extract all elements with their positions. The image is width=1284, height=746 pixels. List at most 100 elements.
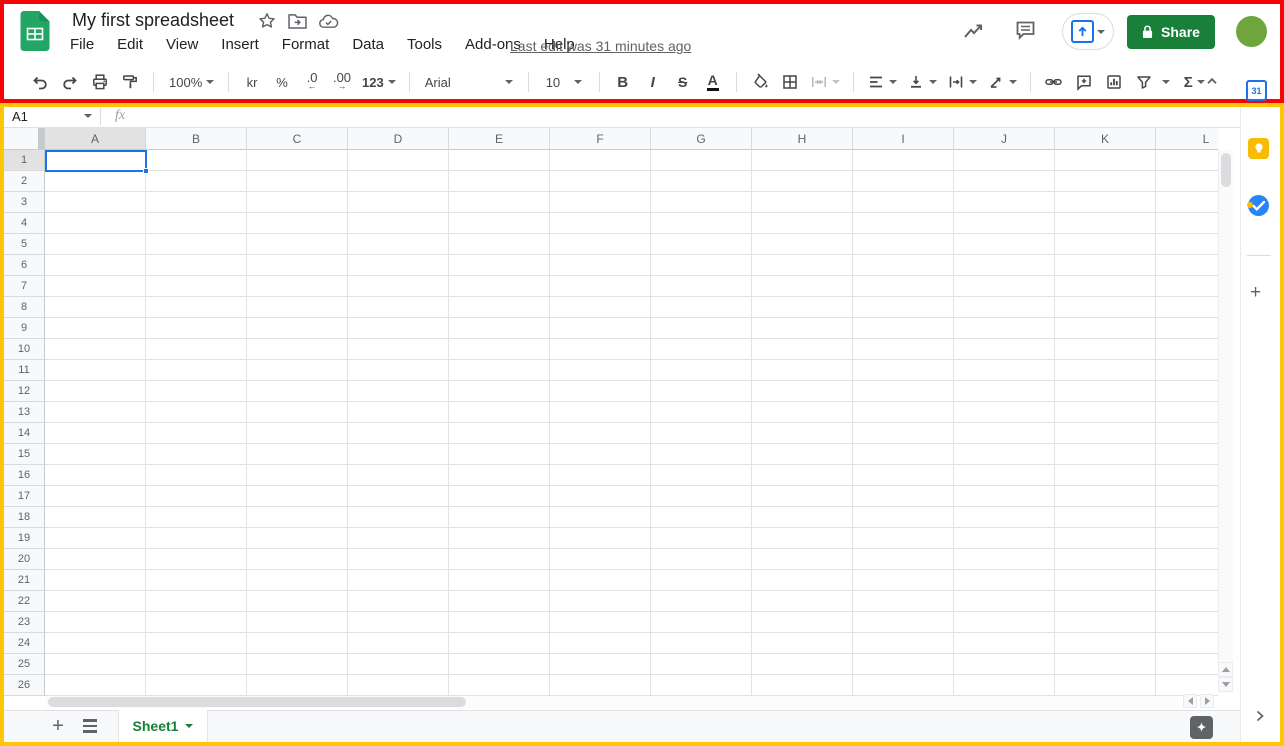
cell-C18[interactable] [247, 507, 348, 528]
cell-J18[interactable] [954, 507, 1055, 528]
cell-D18[interactable] [348, 507, 449, 528]
cell-L8[interactable] [1156, 297, 1218, 318]
menu-insert[interactable]: Insert [221, 36, 259, 53]
cell-E18[interactable] [449, 507, 550, 528]
cell-H6[interactable] [752, 255, 853, 276]
cell-H16[interactable] [752, 465, 853, 486]
cell-F18[interactable] [550, 507, 651, 528]
cell-I5[interactable] [853, 234, 954, 255]
cell-A18[interactable] [45, 507, 146, 528]
cell-I6[interactable] [853, 255, 954, 276]
column-header-K[interactable]: K [1055, 128, 1156, 150]
column-header-L[interactable]: L [1156, 128, 1218, 150]
cell-D19[interactable] [348, 528, 449, 549]
cell-C14[interactable] [247, 423, 348, 444]
cell-B10[interactable] [146, 339, 247, 360]
cell-A7[interactable] [45, 276, 146, 297]
fill-color-button[interactable] [748, 69, 772, 95]
cell-E17[interactable] [449, 486, 550, 507]
cell-H19[interactable] [752, 528, 853, 549]
row-header-26[interactable]: 26 [4, 675, 45, 696]
tasks-icon[interactable] [1247, 195, 1269, 216]
cell-B22[interactable] [146, 591, 247, 612]
cell-C25[interactable] [247, 654, 348, 675]
cell-L21[interactable] [1156, 570, 1218, 591]
cell-A3[interactable] [45, 192, 146, 213]
cell-L12[interactable] [1156, 381, 1218, 402]
cell-D13[interactable] [348, 402, 449, 423]
row-header-14[interactable]: 14 [4, 423, 45, 444]
cell-C3[interactable] [247, 192, 348, 213]
cell-F19[interactable] [550, 528, 651, 549]
cell-D12[interactable] [348, 381, 449, 402]
cell-D9[interactable] [348, 318, 449, 339]
font-family-select[interactable]: Arial [421, 69, 517, 95]
cell-B15[interactable] [146, 444, 247, 465]
cell-C2[interactable] [247, 171, 348, 192]
paint-format-button[interactable] [118, 69, 142, 95]
cell-G22[interactable] [651, 591, 752, 612]
cell-A17[interactable] [45, 486, 146, 507]
strikethrough-button[interactable]: S [671, 69, 695, 95]
increase-decimal-button[interactable]: .00 → [330, 69, 354, 95]
cell-E23[interactable] [449, 612, 550, 633]
cell-B4[interactable] [146, 213, 247, 234]
add-addon-button[interactable]: + [1250, 282, 1261, 304]
row-header-17[interactable]: 17 [4, 486, 45, 507]
cell-K2[interactable] [1055, 171, 1156, 192]
cell-E12[interactable] [449, 381, 550, 402]
cell-D26[interactable] [348, 675, 449, 696]
row-header-19[interactable]: 19 [4, 528, 45, 549]
cell-B19[interactable] [146, 528, 247, 549]
cell-J23[interactable] [954, 612, 1055, 633]
cell-C15[interactable] [247, 444, 348, 465]
cell-D2[interactable] [348, 171, 449, 192]
cell-C4[interactable] [247, 213, 348, 234]
text-wrap-button[interactable] [945, 69, 979, 95]
row-header-9[interactable]: 9 [4, 318, 45, 339]
text-color-button[interactable]: A [701, 69, 725, 95]
cell-G5[interactable] [651, 234, 752, 255]
cell-A2[interactable] [45, 171, 146, 192]
select-all-corner[interactable] [4, 128, 45, 150]
cell-I15[interactable] [853, 444, 954, 465]
cell-K25[interactable] [1055, 654, 1156, 675]
cell-A11[interactable] [45, 360, 146, 381]
cell-D16[interactable] [348, 465, 449, 486]
cell-D3[interactable] [348, 192, 449, 213]
explore-button[interactable] [1190, 716, 1213, 739]
cell-C26[interactable] [247, 675, 348, 696]
cell-F15[interactable] [550, 444, 651, 465]
column-header-I[interactable]: I [853, 128, 954, 150]
cell-F23[interactable] [550, 612, 651, 633]
cell-B18[interactable] [146, 507, 247, 528]
cell-D14[interactable] [348, 423, 449, 444]
cell-A13[interactable] [45, 402, 146, 423]
insert-comment-button[interactable] [1072, 69, 1096, 95]
cell-F3[interactable] [550, 192, 651, 213]
cell-F5[interactable] [550, 234, 651, 255]
cell-F1[interactable] [550, 150, 651, 171]
vertical-align-button[interactable] [905, 69, 939, 95]
calendar-icon[interactable]: 31 [1246, 80, 1267, 101]
cell-B17[interactable] [146, 486, 247, 507]
cell-I7[interactable] [853, 276, 954, 297]
cell-K12[interactable] [1055, 381, 1156, 402]
cell-L6[interactable] [1156, 255, 1218, 276]
cell-J20[interactable] [954, 549, 1055, 570]
cell-I8[interactable] [853, 297, 954, 318]
cell-B26[interactable] [146, 675, 247, 696]
column-header-A[interactable]: A [45, 128, 146, 150]
cell-H22[interactable] [752, 591, 853, 612]
vertical-scrollbar[interactable] [1218, 150, 1233, 662]
account-avatar[interactable] [1236, 16, 1267, 47]
cell-E8[interactable] [449, 297, 550, 318]
cell-C1[interactable] [247, 150, 348, 171]
cell-D24[interactable] [348, 633, 449, 654]
cell-K14[interactable] [1055, 423, 1156, 444]
cell-A26[interactable] [45, 675, 146, 696]
cell-H5[interactable] [752, 234, 853, 255]
cell-K17[interactable] [1055, 486, 1156, 507]
cell-A14[interactable] [45, 423, 146, 444]
cell-A5[interactable] [45, 234, 146, 255]
